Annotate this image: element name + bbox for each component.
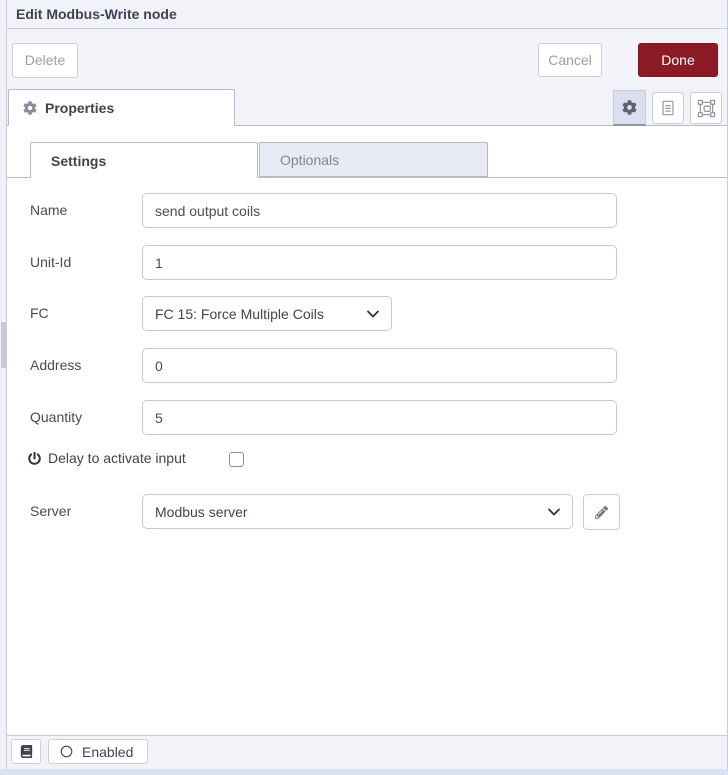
name-label: Name: [30, 202, 68, 218]
fc-selected-value: FC 15: Force Multiple Coils: [155, 305, 324, 322]
node-description-button[interactable]: [652, 92, 684, 124]
quantity-input[interactable]: [142, 400, 617, 435]
cancel-button[interactable]: Cancel: [538, 43, 602, 77]
delay-checkbox[interactable]: [229, 452, 244, 467]
dialog-titlebar: Edit Modbus-Write node: [7, 0, 728, 29]
fc-label: FC: [30, 305, 49, 321]
enabled-toggle-button[interactable]: Enabled: [48, 739, 148, 764]
node-properties-button[interactable]: [613, 90, 646, 126]
gear-icon: [622, 100, 637, 115]
node-appearance-button[interactable]: [690, 92, 722, 124]
workspace-bottom-strip: [0, 769, 728, 775]
tab-properties[interactable]: Properties: [8, 89, 235, 126]
tab-optionals[interactable]: Optionals: [259, 142, 488, 177]
delete-button[interactable]: Delete: [12, 43, 78, 78]
quantity-label: Quantity: [30, 409, 83, 425]
name-input[interactable]: [142, 193, 617, 228]
edit-server-button[interactable]: [583, 494, 620, 530]
dialog-button-bar: [7, 29, 728, 88]
gear-icon: [23, 100, 37, 115]
appearance-frame-icon: [697, 99, 716, 118]
dialog-title: Edit Modbus-Write node: [16, 6, 177, 22]
address-label: Address: [30, 357, 82, 373]
fc-select[interactable]: FC 15: Force Multiple Coils: [142, 296, 392, 331]
circle-outline-icon: [59, 744, 74, 759]
docs-button[interactable]: [11, 739, 41, 764]
scrollbar-thumb[interactable]: [1, 322, 6, 368]
workspace-gutter: [0, 0, 7, 775]
server-selected-value: Modbus server: [155, 503, 248, 520]
tab-settings[interactable]: Settings: [30, 142, 258, 178]
document-icon: [659, 99, 677, 117]
done-button[interactable]: Done: [638, 43, 718, 77]
power-icon: [28, 451, 41, 465]
enabled-label: Enabled: [82, 743, 134, 760]
pencil-icon: [595, 505, 608, 519]
server-select[interactable]: Modbus server: [142, 494, 573, 529]
chevron-down-icon: [546, 504, 562, 520]
server-label: Server: [30, 503, 72, 519]
chevron-down-icon: [365, 306, 381, 322]
delay-label: Delay to activate input: [48, 450, 186, 466]
delay-row: Delay to activate input: [28, 450, 186, 466]
edit-node-dialog: Edit Modbus-Write node Delete Cancel Don…: [0, 0, 728, 775]
address-input[interactable]: [142, 348, 617, 383]
unit-id-label: Unit-Id: [30, 254, 72, 270]
tab-properties-label: Properties: [45, 99, 115, 116]
book-icon: [20, 745, 33, 758]
unit-id-input[interactable]: [142, 245, 617, 280]
